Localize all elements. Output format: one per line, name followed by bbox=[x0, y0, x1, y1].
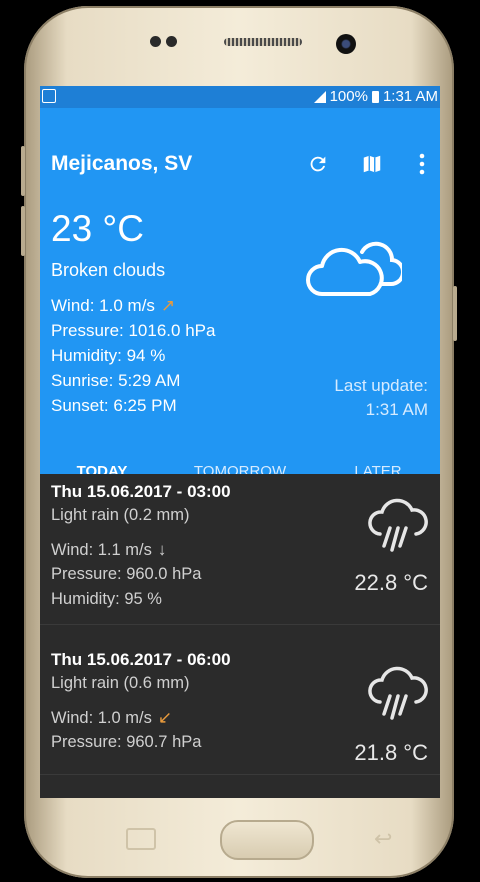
front-camera bbox=[336, 34, 356, 54]
list-item[interactable]: Thu 15.06.2017 - 06:00 Light rain (0.6 m… bbox=[40, 624, 440, 775]
last-update-time: 1:31 AM bbox=[365, 400, 428, 419]
current-wind: Wind: 1.0 m/s ↗ bbox=[51, 296, 175, 316]
rain-icon bbox=[368, 498, 428, 552]
recent-apps-icon[interactable] bbox=[126, 828, 156, 850]
notification-icon bbox=[42, 89, 56, 103]
current-temperature: 23 °C bbox=[51, 208, 144, 249]
wind-text: Wind: 1.0 m/s bbox=[51, 296, 155, 315]
current-weather-panel: Mejicanos, SV 23 °C Broken clouds Wind: … bbox=[40, 108, 440, 496]
forecast-date: Thu 15.06.2017 - 03:00 bbox=[51, 482, 231, 501]
sensor-dot bbox=[150, 36, 161, 47]
current-description: Broken clouds bbox=[51, 260, 166, 280]
forecast-humidity: Humidity: 95 % bbox=[51, 590, 162, 608]
signal-icon bbox=[313, 90, 326, 103]
forecast-wind: Wind: 1.1 m/s ↓ bbox=[51, 540, 166, 560]
forecast-list[interactable]: Thu 15.06.2017 - 03:00 Light rain (0.2 m… bbox=[40, 474, 440, 798]
last-update: Last update: 1:31 AM bbox=[334, 374, 428, 422]
location-title: Mejicanos, SV bbox=[51, 152, 193, 175]
map-icon[interactable] bbox=[360, 152, 384, 176]
battery-icon bbox=[371, 90, 379, 103]
volume-button bbox=[21, 146, 25, 196]
current-humidity: Humidity: 94 % bbox=[51, 346, 166, 365]
sunrise-time: Sunrise: 5:29 AM bbox=[51, 371, 181, 390]
refresh-icon[interactable] bbox=[306, 152, 330, 176]
back-icon[interactable]: ↩ bbox=[374, 826, 392, 852]
forecast-description: Light rain (0.2 mm) bbox=[51, 506, 190, 524]
volume-button bbox=[21, 206, 25, 256]
power-button bbox=[453, 286, 457, 341]
screen: 100% 1:31 AM Mejicanos, SV 23 °C Broken … bbox=[40, 86, 440, 798]
forecast-temperature: 22.8 °C bbox=[354, 570, 428, 595]
wind-text: Wind: 1.0 m/s bbox=[51, 709, 152, 727]
status-bar: 100% 1:31 AM bbox=[40, 86, 440, 108]
forecast-description: Light rain (0.6 mm) bbox=[51, 674, 190, 692]
home-button[interactable] bbox=[220, 820, 314, 860]
earpiece-speaker bbox=[224, 38, 302, 46]
battery-percent: 100% bbox=[329, 88, 368, 105]
forecast-temperature: 21.8 °C bbox=[354, 740, 428, 765]
forecast-date: Thu 15.06.2017 - 06:00 bbox=[51, 650, 231, 669]
last-update-label: Last update: bbox=[334, 376, 428, 395]
forecast-wind: Wind: 1.0 m/s ↙ bbox=[51, 708, 172, 728]
rain-icon bbox=[368, 666, 428, 720]
sensor-dot bbox=[166, 36, 177, 47]
wind-direction-icon: ↓ bbox=[157, 540, 167, 559]
wind-text: Wind: 1.1 m/s bbox=[51, 541, 152, 559]
wind-direction-icon: ↙ bbox=[157, 708, 173, 727]
current-pressure: Pressure: 1016.0 hPa bbox=[51, 321, 216, 340]
more-vert-icon[interactable] bbox=[410, 152, 434, 176]
broken-clouds-icon bbox=[306, 241, 402, 296]
forecast-pressure: Pressure: 960.0 hPa bbox=[51, 565, 202, 583]
wind-direction-icon: ↗ bbox=[160, 296, 176, 315]
list-item[interactable]: Thu 15.06.2017 - 03:00 Light rain (0.2 m… bbox=[40, 474, 440, 625]
clock: 1:31 AM bbox=[382, 88, 438, 105]
sunset-time: Sunset: 6:25 PM bbox=[51, 396, 177, 415]
forecast-pressure: Pressure: 960.7 hPa bbox=[51, 733, 202, 751]
